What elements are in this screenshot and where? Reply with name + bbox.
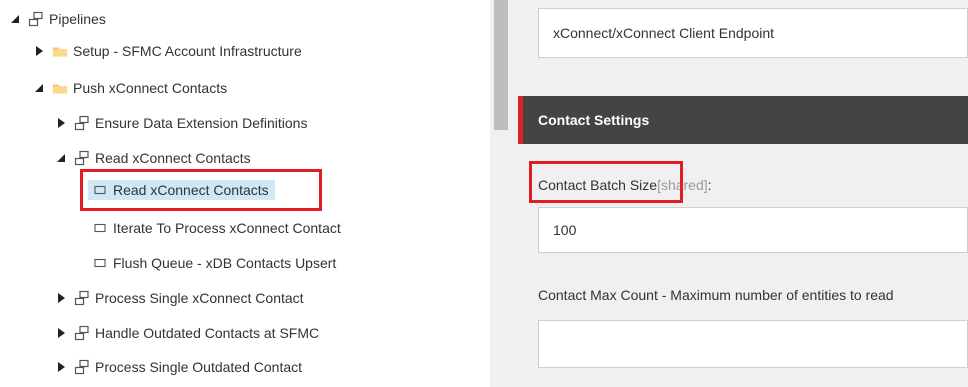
section-title: Contact Settings — [538, 112, 650, 128]
pipeline-icon — [28, 11, 44, 27]
highlight-box-selected-node — [80, 169, 322, 211]
endpoint-field-value: xConnect/xConnect Client Endpoint — [553, 25, 775, 41]
tree-node-handle-outdated[interactable]: Handle Outdated Contacts at SFMC — [54, 321, 319, 345]
tree-node-process-single-xconnect[interactable]: Process Single xConnect Contact — [54, 286, 304, 310]
tree-node-label: Handle Outdated Contacts at SFMC — [95, 325, 320, 341]
tree-node-read-xconnect-pipeline[interactable]: Read xConnect Contacts — [54, 146, 251, 170]
pipeline-icon — [74, 359, 90, 375]
pipeline-icon — [74, 115, 90, 131]
processor-icon — [92, 220, 108, 236]
tree-node-setup-sfmc[interactable]: Setup - SFMC Account Infrastructure — [32, 39, 302, 63]
triangle-collapsed-icon[interactable] — [54, 291, 68, 305]
max-count-label: Contact Max Count - Maximum number of en… — [538, 287, 894, 303]
section-header-contact-settings[interactable]: Contact Settings — [518, 96, 968, 144]
triangle-collapsed-icon[interactable] — [54, 116, 68, 130]
folder-icon — [52, 80, 68, 96]
tree-node-flush-queue[interactable]: Flush Queue - xDB Contacts Upsert — [92, 251, 336, 275]
tree-node-label: Read xConnect Contacts — [95, 150, 251, 166]
tree-node-label: Iterate To Process xConnect Contact — [113, 220, 341, 236]
triangle-collapsed-icon[interactable] — [54, 326, 68, 340]
highlight-box-batch-size — [529, 161, 683, 203]
triangle-expanded-icon[interactable] — [8, 12, 22, 26]
tree-node-label: Process Single xConnect Contact — [95, 290, 304, 306]
tree-node-label: Pipelines — [49, 11, 106, 27]
tree-node-pipelines[interactable]: Pipelines — [8, 7, 106, 31]
tree-node-label: Push xConnect Contacts — [73, 80, 228, 96]
tree-scrollbar-thumb[interactable] — [494, 0, 508, 130]
pipeline-icon — [74, 290, 90, 306]
processor-icon — [92, 255, 108, 271]
item-editor-form: xConnect/xConnect Client Endpoint Contac… — [512, 0, 968, 387]
tree-node-ensure-data-ext[interactable]: Ensure Data Extension Definitions — [54, 111, 307, 135]
triangle-expanded-icon[interactable] — [32, 81, 46, 95]
tree-node-label: Ensure Data Extension Definitions — [95, 115, 308, 131]
tree-node-iterate-process[interactable]: Iterate To Process xConnect Contact — [92, 216, 341, 240]
tree-node-push-xconnect[interactable]: Push xConnect Contacts — [32, 76, 227, 100]
tree-node-label: Setup - SFMC Account Infrastructure — [73, 43, 302, 59]
max-count-input[interactable] — [538, 320, 968, 368]
tree-node-process-single-outdated[interactable]: Process Single Outdated Contact — [54, 355, 302, 379]
triangle-collapsed-icon[interactable] — [54, 360, 68, 374]
pipeline-icon — [74, 325, 90, 341]
triangle-collapsed-icon[interactable] — [32, 44, 46, 58]
batch-size-label-suffix: : — [707, 177, 712, 193]
triangle-expanded-icon[interactable] — [54, 151, 68, 165]
tree-node-label: Flush Queue - xDB Contacts Upsert — [113, 255, 337, 271]
folder-icon — [52, 43, 68, 59]
endpoint-field[interactable]: xConnect/xConnect Client Endpoint — [538, 8, 968, 58]
tree-node-label: Process Single Outdated Contact — [95, 359, 303, 375]
pipeline-icon — [74, 150, 90, 166]
section-accent-bar — [518, 96, 523, 144]
batch-size-value: 100 — [553, 222, 577, 238]
pipeline-tree: Pipelines Setup - SFMC Account Infrastru… — [0, 0, 490, 387]
batch-size-input[interactable]: 100 — [538, 207, 968, 253]
